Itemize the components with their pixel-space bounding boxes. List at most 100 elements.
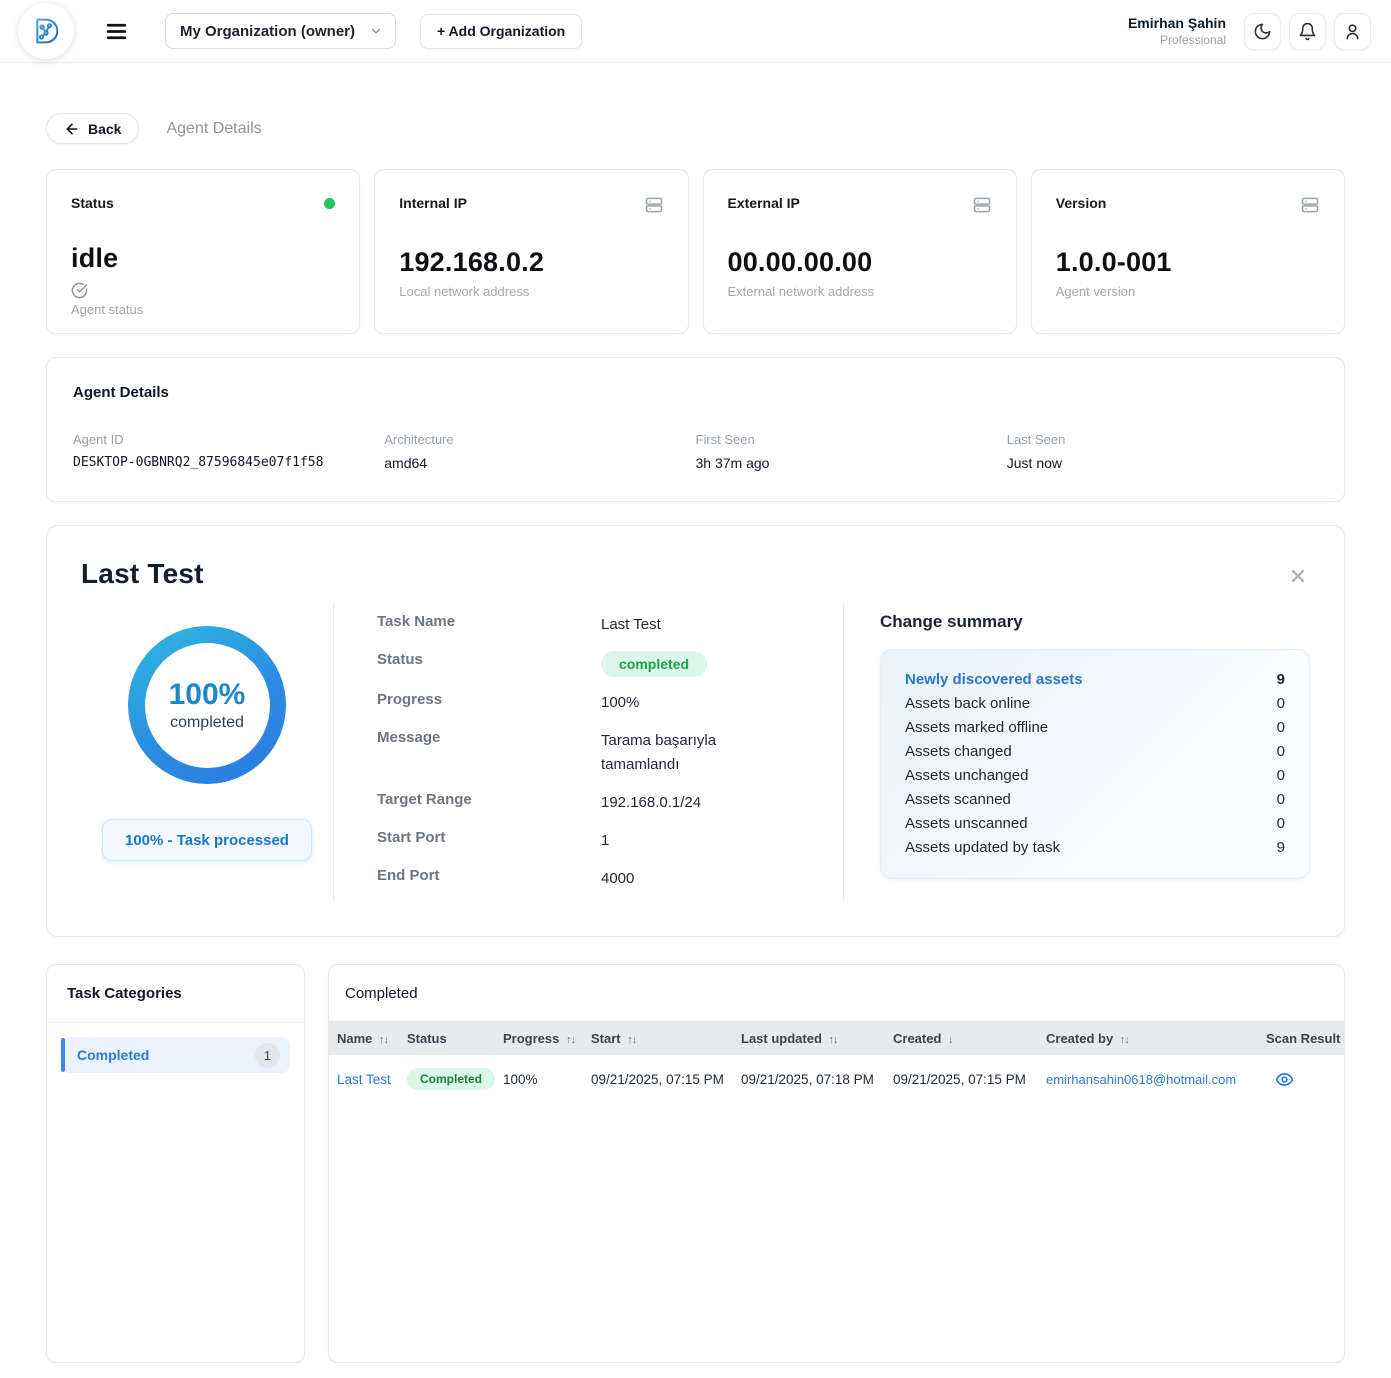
task-name-row: Task Name Last Test xyxy=(377,606,823,644)
bell-icon xyxy=(1298,22,1317,41)
organization-select-value: My Organization (owner) xyxy=(180,23,355,40)
summary-row: Assets changed 0 xyxy=(905,739,1285,763)
first-seen-label: First Seen xyxy=(696,432,1007,447)
network-logo-icon xyxy=(30,15,62,47)
column-header-created[interactable]: Created ↓ xyxy=(893,1031,1046,1046)
summary-label: Newly discovered assets xyxy=(905,671,1083,688)
column-header-progress[interactable]: Progress ↑↓ xyxy=(503,1031,591,1046)
task-message-value: Tarama başarıyla tamamlandı xyxy=(601,729,791,777)
external-ip-value: 00.00.00.00 xyxy=(728,247,992,278)
agent-details-title: Agent Details xyxy=(73,384,1318,401)
summary-value: 9 xyxy=(1277,671,1285,688)
column-header-status[interactable]: Status xyxy=(407,1031,503,1046)
agent-details-card: Agent Details Agent ID DESKTOP-0GBNRQ2_8… xyxy=(46,357,1345,502)
column-header-name[interactable]: Name ↑↓ xyxy=(337,1031,407,1046)
active-accent-bar xyxy=(61,1038,65,1072)
architecture-label: Architecture xyxy=(384,432,695,447)
task-status-row: Status completed xyxy=(377,644,823,684)
summary-row: Assets marked offline 0 xyxy=(905,715,1285,739)
summary-value: 0 xyxy=(1277,767,1285,784)
created-by-link[interactable]: emirhansahin0618@hotmail.com xyxy=(1046,1072,1236,1087)
column-header-scan-result: Scan Result xyxy=(1266,1031,1340,1046)
category-label: Completed xyxy=(77,1047,149,1063)
status-card: Status idle Agent status xyxy=(46,169,360,334)
add-organization-button[interactable]: + Add Organization xyxy=(420,14,582,49)
agent-id-label: Agent ID xyxy=(73,432,384,447)
last-seen-label: Last Seen xyxy=(1007,432,1318,447)
back-button-label: Back xyxy=(88,121,121,137)
task-progress-value: 100% xyxy=(601,691,791,715)
last-seen-value: Just now xyxy=(1007,455,1318,471)
main-content: Back Agent Details Status idle Agent sta… xyxy=(0,113,1391,1363)
summary-value: 0 xyxy=(1277,791,1285,808)
external-ip-card: External IP 00.00.00.00 External network… xyxy=(703,169,1017,334)
architecture-value: amd64 xyxy=(384,455,695,471)
sort-icon: ↑↓ xyxy=(1120,1034,1129,1046)
task-fields: Task Name Last Test Status completed Pro… xyxy=(333,604,844,900)
arrow-left-icon xyxy=(64,121,80,137)
column-header-last-updated[interactable]: Last updated ↑↓ xyxy=(741,1031,893,1046)
summary-row: Assets back online 0 xyxy=(905,691,1285,715)
check-circle-icon xyxy=(71,282,335,299)
breadcrumb: Back Agent Details xyxy=(46,113,1345,144)
user-meta: Emirhan Şahin Professional xyxy=(1128,15,1226,47)
external-ip-sub: External network address xyxy=(728,284,992,299)
column-header-created-by[interactable]: Created by ↑↓ xyxy=(1046,1031,1266,1046)
category-item-completed[interactable]: Completed 1 xyxy=(61,1037,290,1073)
summary-label: Assets marked offline xyxy=(905,719,1048,736)
internal-ip-sub: Local network address xyxy=(399,284,663,299)
progress-caption: completed xyxy=(170,714,244,732)
end-port-label: End Port xyxy=(377,867,601,891)
theme-toggle-button[interactable] xyxy=(1244,13,1281,50)
user-name: Emirhan Şahin xyxy=(1128,15,1226,31)
row-start: 09/21/2025, 07:15 PM xyxy=(591,1072,741,1087)
app-logo xyxy=(18,3,74,59)
column-label: Created xyxy=(893,1031,941,1046)
architecture-field: Architecture amd64 xyxy=(384,432,695,471)
column-label: Created by xyxy=(1046,1031,1113,1046)
top-bar-right: Emirhan Şahin Professional xyxy=(1128,13,1371,50)
progress-ring: 100% completed xyxy=(128,626,286,784)
top-bar: My Organization (owner) + Add Organizati… xyxy=(0,0,1391,63)
summary-label: Assets scanned xyxy=(905,791,1011,808)
change-summary-panel: Change summary Newly discovered assets 9… xyxy=(844,604,1310,900)
menu-icon xyxy=(104,19,129,44)
column-label: Start xyxy=(591,1031,621,1046)
status-badge: completed xyxy=(601,651,707,677)
account-button[interactable] xyxy=(1334,13,1371,50)
summary-label: Assets updated by task xyxy=(905,839,1060,856)
summary-row: Newly discovered assets 9 xyxy=(905,667,1285,691)
agent-id-value: DESKTOP-0GBNRQ2_87596845e07f1f58 xyxy=(73,455,384,470)
task-message-row: Message Tarama başarıyla tamamlandı xyxy=(377,722,823,784)
task-processed-button[interactable]: 100% - Task processed xyxy=(102,819,312,861)
column-label: Progress xyxy=(503,1031,559,1046)
version-value: 1.0.0-001 xyxy=(1056,247,1320,278)
start-port-label: Start Port xyxy=(377,829,601,853)
summary-row: Assets updated by task 9 xyxy=(905,835,1285,859)
task-name-label: Task Name xyxy=(377,613,601,637)
close-button[interactable] xyxy=(1288,566,1308,586)
column-label: Scan Result xyxy=(1266,1031,1340,1046)
server-icon xyxy=(644,195,664,215)
status-value: idle xyxy=(71,243,335,274)
column-label: Name xyxy=(337,1031,372,1046)
progress-panel: 100% completed 100% - Task processed xyxy=(81,604,333,900)
view-scan-result-button[interactable] xyxy=(1275,1070,1294,1089)
back-button[interactable]: Back xyxy=(46,113,139,144)
summary-label: Assets back online xyxy=(905,695,1030,712)
organization-select[interactable]: My Organization (owner) xyxy=(165,13,396,49)
internal-ip-value: 192.168.0.2 xyxy=(399,247,663,278)
notifications-button[interactable] xyxy=(1289,13,1326,50)
table-title: Completed xyxy=(329,965,1344,1021)
summary-label: Assets unchanged xyxy=(905,767,1028,784)
table-row: Last Test Completed 100% 09/21/2025, 07:… xyxy=(329,1055,1344,1103)
target-range-value: 192.168.0.1/24 xyxy=(601,791,791,815)
task-progress-row: Progress 100% xyxy=(377,684,823,722)
row-created: 09/21/2025, 07:15 PM xyxy=(893,1072,1046,1087)
hamburger-menu-button[interactable] xyxy=(104,19,129,44)
start-port-row: Start Port 1 xyxy=(377,822,823,860)
last-test-card: Last Test 100% completed 100% - Task pro… xyxy=(46,525,1345,937)
task-name-link[interactable]: Last Test xyxy=(337,1072,391,1087)
version-card: Version 1.0.0-001 Agent version xyxy=(1031,169,1345,334)
column-header-start[interactable]: Start ↑↓ xyxy=(591,1031,741,1046)
